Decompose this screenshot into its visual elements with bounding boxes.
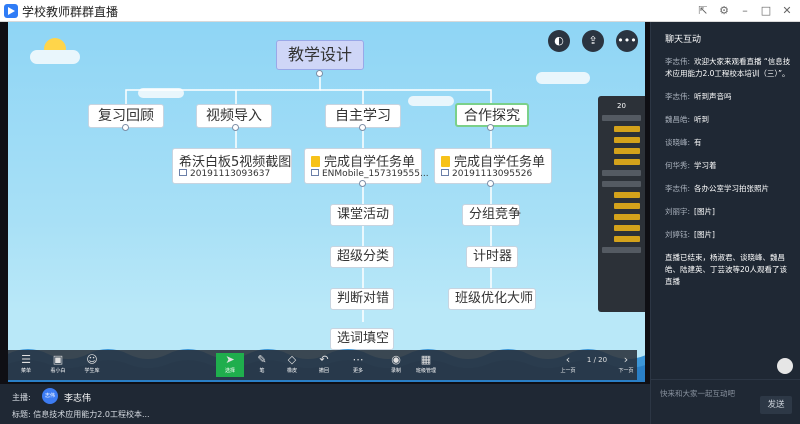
pen-tool[interactable]: ✎ 笔 (248, 353, 276, 377)
minimize-icon[interactable]: – (736, 2, 754, 20)
leaf-node[interactable]: 计时器 (466, 246, 518, 268)
chat-message: 李志伟: 听到声音吗 (665, 92, 732, 101)
more-icon[interactable]: ••• (616, 30, 638, 52)
pin-icon[interactable]: ⇱ (694, 2, 712, 20)
mini-count: 20 (617, 102, 626, 110)
title-bar: 学校教师群群直播 ⇱ ⚙ – □ ✕ (0, 0, 800, 22)
menu-button[interactable]: ☰ 菜单 (12, 353, 40, 377)
pen-icon: ✎ (257, 353, 267, 366)
camera-switch-icon[interactable]: ◐ (548, 30, 570, 52)
resource-card[interactable]: 完成自学任务单 20191113095526 (434, 148, 552, 184)
whiteboard-button[interactable]: ▣ 看小白 (44, 353, 72, 377)
cursor-icon: ➤ (225, 353, 235, 366)
more-button[interactable]: ⋯ 更多 (344, 353, 372, 377)
live-info: 主播: 志伟 李志伟 标题: 信息技术应用能力2.0工程校本... (0, 384, 650, 424)
chat-message: 魏昌皓: 听到 (665, 115, 710, 124)
resource-card[interactable]: 完成自学任务单 ENMobile_157319555... (304, 148, 429, 184)
collapse-dot[interactable] (487, 180, 494, 187)
leaf-node[interactable]: 超级分类 (330, 246, 394, 268)
leaf-node[interactable]: 分组竞争 (462, 204, 521, 226)
chevron-right-icon: › (623, 353, 629, 366)
manage-icon: ▦ (420, 353, 432, 366)
resource-card[interactable]: 希沃白板5视频截图 20191113093637 (172, 148, 292, 184)
board-top-icons: ◐ ⇪ ••• (548, 30, 638, 52)
mindmap-connectors (125, 74, 492, 322)
record-icon: ◉ (391, 353, 401, 366)
card-file: ENMobile_157319555... (322, 169, 429, 179)
chat-placeholder: 快来和大家一起互动吧 (660, 389, 735, 398)
undo-button[interactable]: ↶ 撤回 (310, 353, 338, 377)
collapse-dot[interactable] (316, 70, 323, 77)
card-title: 完成自学任务单 (324, 155, 416, 170)
students-icon: ☺ (86, 353, 98, 366)
record-button[interactable]: ◉ 录制 (382, 353, 410, 377)
leaf-node[interactable]: 判断对错 (330, 288, 394, 310)
card-file: 20191113093637 (190, 169, 271, 179)
mini-chat-panel: 20 (598, 96, 645, 312)
undo-icon: ↶ (319, 353, 329, 366)
chat-message: 李志伟: 欢迎大家来观看直播 “信息技术应用能力2.0工程校本培训（三）”。 (665, 57, 791, 78)
document-icon (441, 156, 450, 167)
image-icon (441, 169, 449, 176)
collapse-dot[interactable] (232, 124, 239, 131)
select-tool[interactable]: ➤ 选择 (216, 353, 244, 377)
page-indicator: 1 / 20 (586, 356, 608, 364)
more-dots-icon: ⋯ (352, 353, 364, 366)
live-subject: 标题: 信息技术应用能力2.0工程校本... (12, 410, 150, 419)
document-icon (311, 156, 320, 167)
card-title: 完成自学任务单 (454, 155, 546, 170)
chevron-left-icon: ‹ (565, 353, 571, 366)
chat-input[interactable]: 快来和大家一起互动吧 发送 (651, 379, 800, 424)
share-icon[interactable]: ⇪ (582, 30, 604, 52)
user-avatar-icon[interactable] (777, 358, 793, 374)
board-toolbar: ☰ 菜单 ▣ 看小白 ☺ 学生库 ➤ 选择 ✎ 笔 ◇ 橡皮 ↶ 撤回 ⋯ 更多 ◉ 录制 ▦ 班级… (8, 350, 637, 380)
chat-message: 谈晓峰: 有 (665, 138, 702, 147)
host-label: 主播: (12, 393, 31, 402)
collapse-dot[interactable] (487, 124, 494, 131)
avatar: 志伟 (42, 388, 58, 404)
chat-title: 聊天互动 (665, 35, 702, 45)
students-button[interactable]: ☺ 学生库 (78, 353, 106, 377)
maximize-icon[interactable]: □ (757, 2, 775, 20)
live-stage: 教学设计 复习回顾 视频导入 自主学习 合作探究 希沃白板5视频截图 20191… (0, 22, 650, 384)
system-message: 直播已结束，杨淑君、谈晓峰、魏昌皓、陆建英、丁芸波等20人观看了该直播 (665, 253, 788, 286)
image-icon (311, 169, 319, 176)
prev-page-button[interactable]: ‹ 上一页 (554, 353, 582, 377)
window-controls: ⇱ ⚙ – □ ✕ (694, 2, 796, 20)
collapse-dot[interactable] (122, 124, 129, 131)
card-file: 20191113095526 (452, 169, 533, 179)
eraser-tool[interactable]: ◇ 橡皮 (278, 353, 306, 377)
close-icon[interactable]: ✕ (778, 2, 796, 20)
chat-message: 何华秀: 学习着 (665, 161, 717, 170)
message-list: 李志伟: 欢迎大家来观看直播 “信息技术应用能力2.0工程校本培训（三）”。 李志… (665, 56, 793, 299)
leaf-node[interactable]: 班级优化大师 (448, 288, 536, 310)
host-name: 李志伟 (64, 394, 92, 404)
menu-icon: ☰ (21, 353, 31, 366)
settings-icon[interactable]: ⚙ (715, 2, 733, 20)
class-manage-button[interactable]: ▦ 班级管理 (412, 353, 440, 377)
card-title: 希沃白板5视频截图 (179, 155, 292, 170)
chat-message: 刘丽宇: [图片] (665, 207, 715, 216)
board-icon: ▣ (52, 353, 64, 366)
next-page-button[interactable]: › 下一页 (612, 353, 640, 377)
leaf-node[interactable]: 课堂活动 (330, 204, 394, 226)
collapse-dot[interactable] (359, 124, 366, 131)
chat-message: 李志伟: 各办公室学习拍张照片 (665, 184, 770, 193)
chat-panel: 聊天互动 李志伟: 欢迎大家来观看直播 “信息技术应用能力2.0工程校本培训（三）… (650, 22, 800, 424)
whiteboard: 教学设计 复习回顾 视频导入 自主学习 合作探究 希沃白板5视频截图 20191… (8, 22, 645, 382)
collapse-dot[interactable] (359, 180, 366, 187)
mindmap-root[interactable]: 教学设计 (276, 40, 364, 70)
app-logo-icon (4, 4, 18, 18)
send-button[interactable]: 发送 (760, 396, 792, 414)
image-icon (179, 169, 187, 176)
eraser-icon: ◇ (287, 353, 297, 366)
chat-message: 刘婷钰: [图片] (665, 230, 715, 239)
window-title: 学校教师群群直播 (22, 5, 119, 19)
